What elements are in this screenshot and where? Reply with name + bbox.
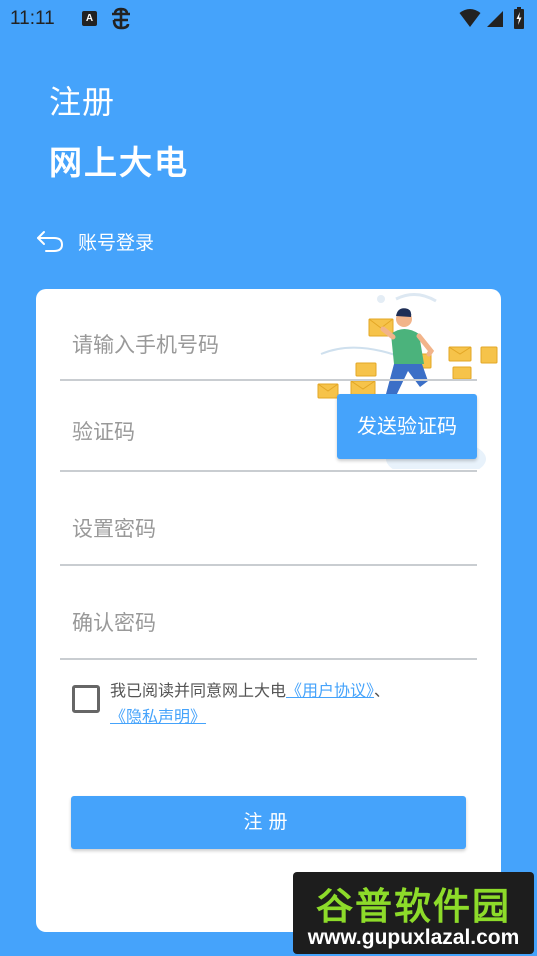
watermark-url: www.gupuxlazal.com bbox=[307, 926, 520, 949]
password-placeholder: 设置密码 bbox=[72, 517, 156, 541]
confirm-password-field[interactable]: 确认密码 bbox=[60, 566, 477, 660]
bug-icon bbox=[112, 7, 130, 30]
code-placeholder: 验证码 bbox=[72, 420, 135, 444]
battery-icon bbox=[514, 7, 524, 29]
page-title: 注册 bbox=[49, 83, 116, 121]
register-card: 请输入手机号码 验证码 发送验证码 设置密码 确认密码 我已阅读并同意网上大电《… bbox=[36, 289, 501, 932]
account-login-label: 账号登录 bbox=[78, 231, 155, 254]
watermark-title: 谷普软件园 bbox=[316, 885, 511, 928]
register-button[interactable]: 注册 bbox=[71, 796, 466, 849]
phone-field[interactable]: 请输入手机号码 bbox=[60, 289, 477, 381]
agreement-text: 我已阅读并同意网上大电《用户协议》、《隐私声明》 bbox=[110, 678, 475, 730]
confirm-password-placeholder: 确认密码 bbox=[72, 611, 156, 635]
notification-a-icon: A bbox=[82, 11, 97, 26]
status-time: 11:11 bbox=[10, 8, 55, 29]
app-name: 网上大电 bbox=[49, 143, 189, 182]
account-login-link[interactable]: 账号登录 bbox=[36, 226, 154, 256]
watermark: 谷普软件园 www.gupuxlazal.com bbox=[293, 872, 534, 954]
agreement-separator: 、 bbox=[374, 681, 391, 700]
wifi-icon bbox=[459, 9, 481, 27]
back-arrow-icon bbox=[37, 231, 64, 252]
cell-signal-icon bbox=[487, 11, 503, 27]
password-field[interactable]: 设置密码 bbox=[60, 472, 477, 566]
agreement-checkbox[interactable] bbox=[72, 685, 100, 713]
status-bar: 11:11 A bbox=[0, 0, 537, 38]
agreement-prefix: 我已阅读并同意网上大电 bbox=[110, 681, 287, 700]
send-code-button[interactable]: 发送验证码 bbox=[337, 394, 477, 459]
privacy-link[interactable]: 《隐私声明》 bbox=[110, 707, 206, 726]
phone-placeholder: 请输入手机号码 bbox=[72, 333, 219, 357]
user-agreement-link[interactable]: 《用户协议》 bbox=[286, 681, 374, 700]
